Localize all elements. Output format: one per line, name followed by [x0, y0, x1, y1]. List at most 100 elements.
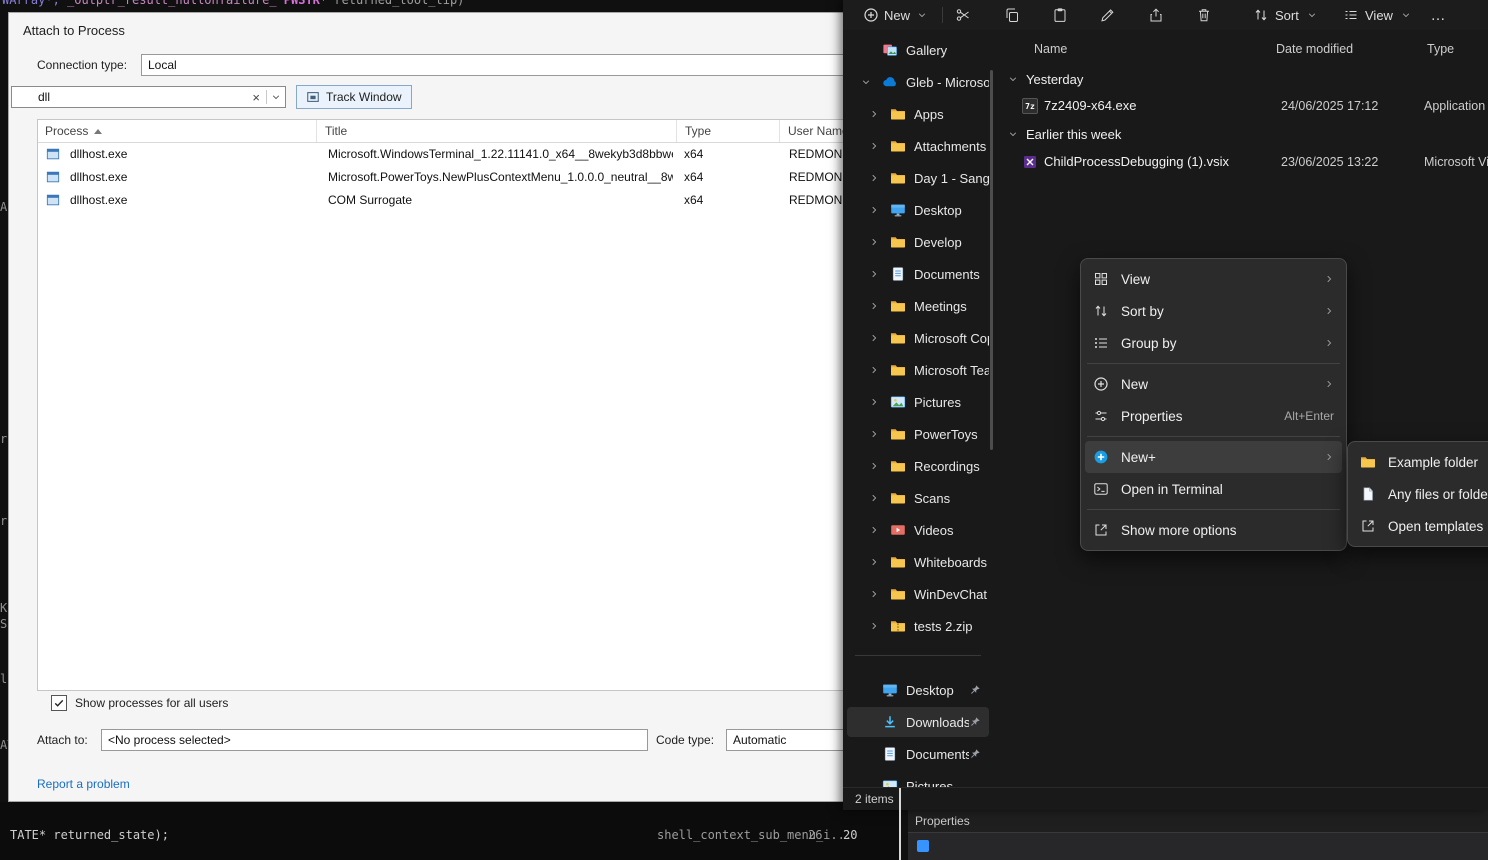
- menu-separator: [1087, 509, 1340, 510]
- sidebar-item-powertoys[interactable]: PowerToys: [847, 419, 989, 449]
- sidebar-item-pictures[interactable]: Pictures: [847, 387, 989, 417]
- process-row[interactable]: dllhost.exe Microsoft.WindowsTerminal_1.…: [38, 143, 844, 166]
- submenu-item-example-folder[interactable]: Example folder: [1352, 446, 1488, 478]
- chevron-right-icon[interactable]: [869, 205, 879, 215]
- sidebar-item-label: Pictures: [914, 395, 961, 410]
- checkbox-checked[interactable]: [51, 695, 67, 711]
- report-problem-link[interactable]: Report a problem: [37, 777, 130, 791]
- track-window-button[interactable]: Track Window: [296, 85, 412, 109]
- see-more-button[interactable]: …: [1423, 3, 1453, 27]
- process-row[interactable]: dllhost.exe Microsoft.PowerToys.NewPlusC…: [38, 166, 844, 189]
- documents-icon: [890, 266, 906, 282]
- onedrive-cloud-icon: [882, 74, 898, 90]
- chevron-right-icon[interactable]: [869, 589, 879, 599]
- column-name[interactable]: Name: [1034, 42, 1067, 56]
- sidebar-separator: [855, 655, 981, 656]
- chevron-right-icon[interactable]: [869, 173, 879, 183]
- rename-button[interactable]: [1091, 3, 1125, 27]
- sidebar-item-label: Desktop: [914, 203, 962, 218]
- chevron-right-icon[interactable]: [869, 237, 879, 247]
- sidebar-item-desktop[interactable]: Desktop: [847, 195, 989, 225]
- chevron-right-icon[interactable]: [869, 525, 879, 535]
- connection-type-dropdown[interactable]: Local: [141, 54, 844, 76]
- group-earlier-this-week[interactable]: Earlier this week: [1008, 122, 1121, 146]
- copy-button[interactable]: [995, 3, 1029, 27]
- delete-button[interactable]: [1187, 3, 1221, 27]
- sidebar-item-meetings[interactable]: Meetings: [847, 291, 989, 321]
- column-type[interactable]: Type: [1427, 42, 1454, 56]
- menu-item-new-plus[interactable]: New+: [1085, 441, 1342, 473]
- chevron-right-icon[interactable]: [869, 397, 879, 407]
- downloads-icon: [882, 714, 898, 730]
- column-header-type[interactable]: Type: [676, 120, 779, 142]
- menu-item-group-by[interactable]: Group by: [1085, 327, 1342, 359]
- cut-button[interactable]: [946, 3, 980, 27]
- chevron-right-icon[interactable]: [869, 333, 879, 343]
- sidebar-item-windevchat[interactable]: WinDevChat c: [847, 579, 989, 609]
- group-yesterday[interactable]: Yesterday: [1008, 67, 1083, 91]
- attach-to-input[interactable]: <No process selected>: [101, 729, 648, 751]
- menu-item-shortcut: Alt+Enter: [1284, 409, 1334, 423]
- sidebar-item-desktop-pinned[interactable]: Desktop: [847, 675, 989, 705]
- process-filter-input[interactable]: dll ×: [11, 86, 286, 108]
- menu-item-properties[interactable]: Properties Alt+Enter: [1085, 400, 1342, 432]
- sidebar-item-day1[interactable]: Day 1 - Sangee: [847, 163, 989, 193]
- menu-item-view[interactable]: View: [1085, 263, 1342, 295]
- chevron-right-icon[interactable]: [869, 365, 879, 375]
- sidebar-item-develop[interactable]: Develop: [847, 227, 989, 257]
- sidebar-item-tests-zip[interactable]: tests 2.zip: [847, 611, 989, 641]
- sidebar-item-microsoft-teams[interactable]: Microsoft Tear: [847, 355, 989, 385]
- sidebar-item-onedrive[interactable]: Gleb - Microsof: [847, 67, 989, 97]
- sidebar-item-label: Apps: [914, 107, 944, 122]
- sidebar-item-microsoft-copilot[interactable]: Microsoft Cop: [847, 323, 989, 353]
- sidebar-item-downloads-pinned[interactable]: Downloads: [847, 707, 989, 737]
- paste-button[interactable]: [1043, 3, 1077, 27]
- sidebar-item-apps[interactable]: Apps: [847, 99, 989, 129]
- column-header-process[interactable]: Process: [38, 120, 316, 142]
- chevron-right-icon[interactable]: [869, 429, 879, 439]
- menu-item-open-in-terminal[interactable]: Open in Terminal: [1085, 473, 1342, 505]
- menu-item-label: Show more options: [1121, 523, 1334, 538]
- sidebar-item-scans[interactable]: Scans: [847, 483, 989, 513]
- new-plus-circle-icon: [1093, 376, 1109, 392]
- process-row[interactable]: dllhost.exe COM Surrogate x64 REDMOND: [38, 189, 844, 212]
- code-type-dropdown[interactable]: Automatic: [726, 729, 844, 751]
- chevron-right-icon[interactable]: [869, 461, 879, 471]
- submenu-item-any-files[interactable]: Any files or folde: [1352, 478, 1488, 510]
- view-button[interactable]: View: [1335, 3, 1421, 27]
- file-row-vsix[interactable]: ChildProcessDebugging (1).vsix 23/06/202…: [1000, 149, 1488, 175]
- chevron-right-icon[interactable]: [869, 493, 879, 503]
- sidebar-scrollbar[interactable]: [990, 70, 993, 450]
- sidebar-item-attachments[interactable]: Attachments: [847, 131, 989, 161]
- submenu-item-open-templates[interactable]: Open templates: [1352, 510, 1488, 542]
- chevron-right-icon[interactable]: [869, 301, 879, 311]
- sidebar-item-pictures-pinned[interactable]: Pictures: [847, 771, 989, 788]
- new-button[interactable]: New: [855, 3, 937, 27]
- sidebar-item-documents[interactable]: Documents: [847, 259, 989, 289]
- column-date-modified[interactable]: Date modified: [1276, 42, 1353, 56]
- chevron-right-icon[interactable]: [869, 109, 879, 119]
- sidebar-item-recordings[interactable]: Recordings: [847, 451, 989, 481]
- column-header-title[interactable]: Title: [316, 120, 676, 142]
- file-row-7z[interactable]: 7z 7z2409-x64.exe 24/06/2025 17:12 Appli…: [1000, 93, 1488, 119]
- chevron-right-icon[interactable]: [869, 269, 879, 279]
- menu-item-new[interactable]: New: [1085, 368, 1342, 400]
- sort-button[interactable]: Sort: [1245, 3, 1327, 27]
- clear-filter-icon[interactable]: ×: [246, 90, 266, 105]
- chevron-down-icon: [1401, 10, 1411, 20]
- sidebar-item-whiteboards[interactable]: Whiteboards: [847, 547, 989, 577]
- file-date: 23/06/2025 13:22: [1281, 155, 1378, 169]
- show-all-users-checkbox[interactable]: Show processes for all users: [51, 695, 228, 711]
- chevron-right-icon[interactable]: [869, 621, 879, 631]
- chevron-right-icon[interactable]: [869, 141, 879, 151]
- sort-button-label: Sort: [1275, 8, 1299, 23]
- share-button[interactable]: [1139, 3, 1173, 27]
- sidebar-item-documents-pinned[interactable]: Documents: [847, 739, 989, 769]
- menu-item-sort-by[interactable]: Sort by: [1085, 295, 1342, 327]
- sidebar-item-videos[interactable]: Videos: [847, 515, 989, 545]
- chevron-down-icon[interactable]: [861, 77, 871, 87]
- chevron-right-icon[interactable]: [869, 557, 879, 567]
- menu-item-show-more-options[interactable]: Show more options: [1085, 514, 1342, 546]
- filter-dropdown-icon[interactable]: [267, 92, 285, 102]
- sidebar-item-gallery[interactable]: Gallery: [847, 35, 989, 65]
